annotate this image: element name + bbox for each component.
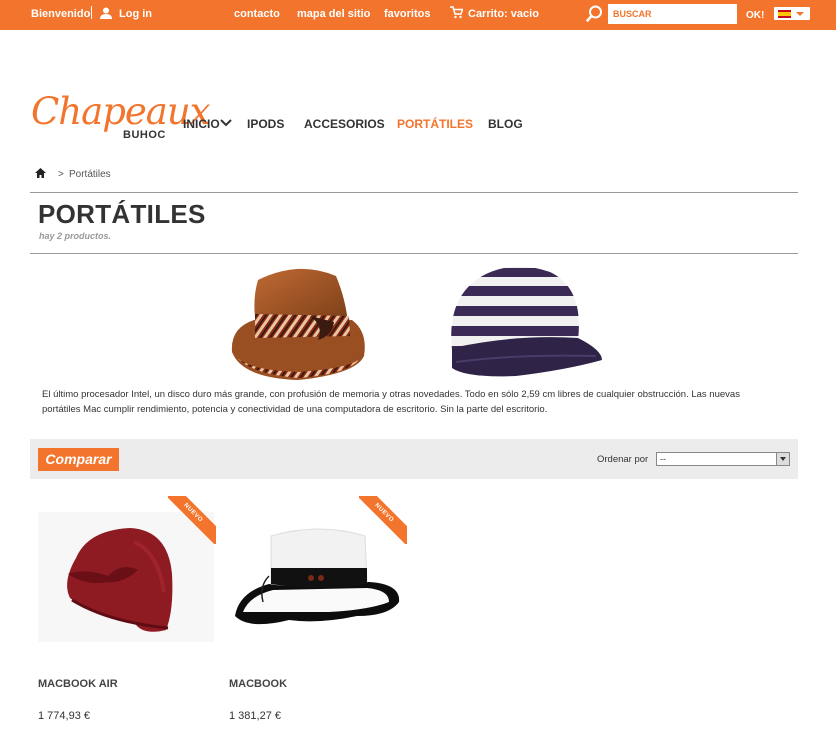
new-badge-label: NUEVO [359,496,407,544]
new-badge-label: NUEVO [168,496,216,544]
new-badge: NUEVO [168,496,216,544]
product-price: 1 774,93 € [38,710,90,722]
sort-label: Ordenar por [597,454,649,465]
compare-button[interactable]: Comparar [38,448,119,471]
page-title: PORTÁTILES [38,199,206,229]
divider [30,192,798,193]
sitemap-link[interactable]: mapa del sitio [297,8,370,20]
chevron-down-icon [776,453,789,465]
language-selector[interactable] [774,7,810,20]
top-bar: Bienvenido Log in contacto mapa del siti… [0,0,836,30]
favorites-link[interactable]: favoritos [384,8,430,20]
search-icon[interactable] [586,5,603,22]
home-icon[interactable] [35,168,46,178]
product-toolbar: Comparar Ordenar por -- [30,439,798,479]
product-name[interactable]: MACBOOK [229,678,287,690]
product-name[interactable]: MACBOOK AIR [38,678,118,690]
sort-select[interactable]: -- [656,452,790,466]
user-icon [100,7,112,19]
login-link[interactable]: Log in [119,8,152,20]
nav-item-ipods[interactable]: IPODS [247,117,284,131]
contact-link[interactable]: contacto [234,8,280,20]
product-card[interactable]: NUEVO MACBOOK 1 381,27 € [229,496,407,726]
sort-select-value: -- [660,454,666,464]
logo-subtext: BUHOC [123,129,166,141]
top-bar-divider [91,6,92,19]
breadcrumb-separator: > [58,169,64,180]
category-image-brown-hat [231,268,365,380]
category-description: El último procesador Intel, un disco dur… [42,389,740,415]
product-card[interactable]: NUEVO MACBOOK AIR 1 774,93 € [38,496,216,726]
product-price: 1 381,27 € [229,710,281,722]
product-count: hay 2 productos. [39,231,112,241]
search-submit-button[interactable]: OK! [746,10,764,21]
spain-flag-icon [778,10,791,18]
search-input[interactable]: BUSCAR [608,4,737,24]
breadcrumb-current: Portátiles [69,169,111,180]
category-image-striped-beanie [451,266,602,377]
divider [30,253,798,254]
chevron-down-icon[interactable] [220,118,232,128]
nav-item-inicio[interactable]: INICIO [183,117,220,131]
nav-item-portatiles[interactable]: PORTÁTILES [397,117,473,131]
chevron-down-icon [796,12,804,16]
logo[interactable]: Chapeaux BUHOC [31,90,211,148]
nav-item-blog[interactable]: BLOG [488,117,523,131]
new-badge: NUEVO [359,496,407,544]
cart-icon[interactable] [450,6,463,19]
cart-link[interactable]: Carrito: vacio [468,8,539,20]
nav-item-accesorios[interactable]: ACCESORIOS [304,117,385,131]
welcome-text: Bienvenido [31,8,91,20]
